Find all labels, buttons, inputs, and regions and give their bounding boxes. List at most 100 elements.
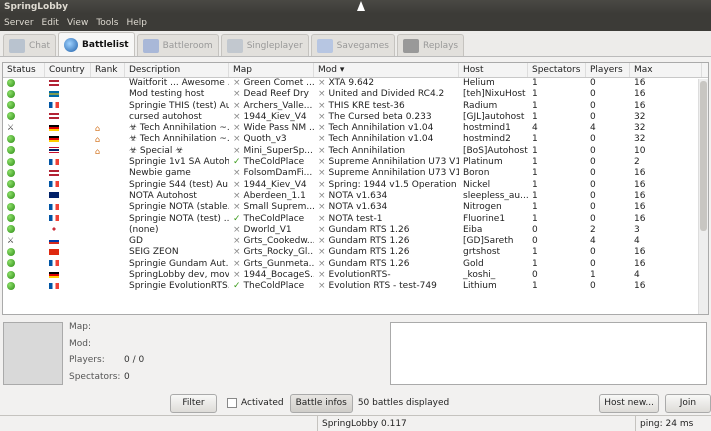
table-row[interactable]: Newbie game × FolsomDamFi... × Supreme Annih…	[3, 168, 708, 179]
mod-missing-icon: ×	[318, 78, 326, 88]
table-row[interactable]: Waitforit ... Awesome ... × Green Comet ..…	[3, 78, 708, 89]
table-row[interactable]: ⌂ ☣ Tech Annihilation ~... × Quoth_v3 × Tech …	[3, 134, 708, 145]
table-row[interactable]: Springie NOTA (stable... × Small Suprem...…	[3, 202, 708, 213]
max-cell: 32	[634, 111, 646, 122]
battle-infos-button[interactable]: Battle infos	[289, 393, 353, 413]
column-map[interactable]: Map	[229, 63, 314, 77]
mod-name: Gundam RTS 1.26	[328, 224, 410, 235]
tab-singleplayer[interactable]: Singleplayer	[220, 34, 309, 56]
mod-cell: × Tech Annihilation v1.04	[314, 134, 459, 145]
column-max[interactable]: Max	[630, 63, 702, 77]
rank-cell	[91, 112, 125, 123]
mod-name: NOTA v1.634	[328, 202, 388, 213]
flag-icon	[49, 147, 59, 154]
tab-replays[interactable]: Replays	[396, 34, 465, 56]
table-row[interactable]: NOTA Autohost × Aberdeen_1.1 × NOTA v1.634 sl…	[3, 191, 708, 202]
table-row[interactable]: SEIG ZEON × Grts_Rocky_Gl... × Gundam RTS 1.…	[3, 247, 708, 258]
map-cell: × Small Suprem...	[229, 202, 314, 213]
spectators-cell: 1	[532, 145, 538, 156]
table-row[interactable]: Springie THIS (test) Au... × Archers_Valle…	[3, 101, 708, 112]
description-cell: Newbie game	[129, 168, 191, 179]
spectators-cell: 1	[532, 111, 538, 122]
spectators-cell: 0	[532, 236, 538, 247]
table-row[interactable]: Mod testing host × Dead Reef Dry × United an…	[3, 89, 708, 100]
rank-cell	[91, 168, 125, 179]
rank-cell	[91, 157, 125, 168]
players-cell: 0	[590, 258, 596, 269]
description-cell: Springie 1v1 SA Autoh...	[129, 157, 229, 168]
mod-cell: × NOTA test-1	[314, 214, 459, 225]
map-missing-icon: ×	[233, 89, 241, 100]
join-button[interactable]: Join	[664, 393, 711, 413]
mouse-cursor-icon	[357, 1, 365, 11]
mod-missing-icon: ×	[318, 213, 326, 224]
country-cell	[45, 157, 91, 168]
column-rank[interactable]: Rank	[91, 63, 125, 77]
tab-chat[interactable]: Chat	[3, 34, 57, 56]
table-row[interactable]: Springie S44 (test) Au... × 1944_Kiev_V4 × S…	[3, 180, 708, 191]
tab-savegames[interactable]: Savegames	[310, 34, 395, 56]
spectators-cell: 1	[532, 89, 538, 100]
table-row[interactable]: cursed autohost × 1944_Kiev_V4 × The Cursed …	[3, 112, 708, 123]
column-description[interactable]: Description	[125, 63, 229, 77]
column-players[interactable]: Players	[586, 63, 630, 77]
status-cell	[3, 101, 45, 112]
host-new-button[interactable]: Host new...	[599, 393, 659, 413]
players-cell: 4	[590, 123, 596, 134]
map-cell: × Dworld_V1	[229, 225, 314, 236]
battle-list[interactable]: Status Country Rank Description Map Mod …	[2, 62, 709, 315]
map-name: Quoth_v3	[243, 134, 287, 145]
menu-tools[interactable]: Tools	[92, 18, 122, 28]
table-row[interactable]: Springie EvolutionRTS... ✓ TheColdPlace × Ev…	[3, 281, 708, 292]
table-row[interactable]: ⚔ ⌂ ☣ Tech Annihilation ~... × Wide Pass NM …	[3, 123, 708, 134]
status-cell	[3, 146, 45, 157]
column-spectators[interactable]: Spectators	[528, 63, 586, 77]
map-missing-icon: ×	[233, 134, 241, 145]
map-missing-icon: ×	[233, 202, 241, 213]
map-cell: × Aberdeen_1.1	[229, 191, 314, 202]
rank-cell	[91, 225, 125, 236]
menu-server[interactable]: Server	[0, 18, 38, 28]
filter-button[interactable]: Filter	[170, 393, 217, 413]
description-cell: Springie S44 (test) Au...	[129, 179, 229, 190]
spectators-cell: 0	[532, 270, 538, 281]
open-status-icon	[7, 157, 15, 166]
host-cell: Radium	[463, 100, 498, 111]
map-available-icon: ✓	[233, 157, 241, 168]
table-row[interactable]: ⚔ GD × Grts_Cookedw... × Gundam RTS 1.26 [GD]S…	[3, 236, 708, 247]
column-mod[interactable]: Mod ▾	[314, 63, 459, 77]
map-name: Small Suprem...	[243, 202, 314, 213]
player-list[interactable]	[390, 322, 707, 385]
bottom-toolbar: Filter Activated Battle infos 50 battles…	[0, 392, 711, 414]
table-row[interactable]: Springie 1v1 SA Autoh... ✓ TheColdPlace × Su…	[3, 157, 708, 168]
table-row[interactable]: Springie NOTA (test) ... ✓ TheColdPlace × NO…	[3, 214, 708, 225]
menu-edit[interactable]: Edit	[38, 18, 63, 28]
table-row[interactable]: Springie Gundam Aut... × Grts_Gunmeta... × G…	[3, 259, 708, 270]
mod-name: Tech Annihilation	[328, 145, 406, 156]
mod-cell: × Evolution RTS - test-749	[314, 281, 459, 292]
tab-battleroom[interactable]: Battleroom	[136, 34, 219, 56]
map-cell: × 1944_Kiev_V4	[229, 180, 314, 191]
max-cell: 16	[634, 213, 646, 224]
mod-name: Gundam RTS 1.26	[328, 247, 410, 258]
max-cell: 16	[634, 179, 646, 190]
tab-battlelist[interactable]: Battlelist	[58, 32, 135, 56]
open-status-icon	[7, 191, 15, 200]
column-host[interactable]: Host	[459, 63, 528, 77]
table-row[interactable]: ⌂ ☣ Special ☣ × Mini_SuperSp... × Tech Annihi…	[3, 146, 708, 157]
map-missing-icon: ×	[233, 111, 241, 122]
description-cell: Springie NOTA (stable...	[129, 202, 229, 213]
table-row[interactable]: SpringLobby dev, mov... × 1944_BocageS... ×…	[3, 270, 708, 281]
flag-icon	[49, 113, 59, 120]
activated-checkbox[interactable]	[227, 398, 237, 408]
menu-help[interactable]: Help	[122, 18, 151, 28]
max-cell: 16	[634, 281, 646, 292]
table-row[interactable]: (none) × Dworld_V1 × Gundam RTS 1.26 Eiba 0 2 3	[3, 225, 708, 236]
column-country[interactable]: Country	[45, 63, 91, 77]
mod-name: Evolution RTS - test-749	[328, 281, 437, 292]
menu-view[interactable]: View	[63, 18, 92, 28]
open-status-icon	[7, 281, 15, 290]
status-ping: ping: 24 ms	[640, 419, 694, 429]
scrollbar-thumb[interactable]	[700, 81, 707, 231]
column-status[interactable]: Status	[3, 63, 45, 77]
